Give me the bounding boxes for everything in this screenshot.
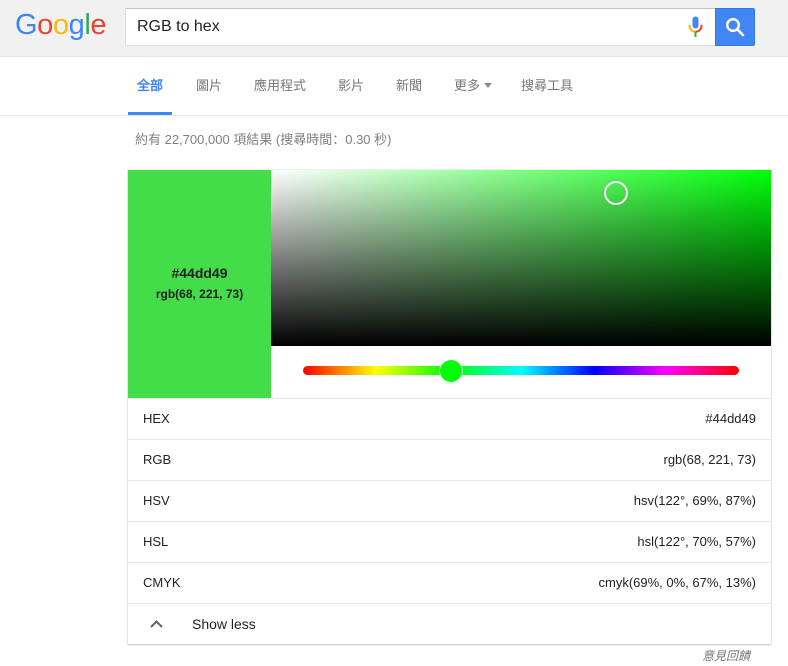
color-row-hex: HEX #44dd49 <box>128 398 771 439</box>
row-value: cmyk(69%, 0%, 67%, 13%) <box>598 575 756 590</box>
row-value: hsl(122°, 70%, 57%) <box>637 534 756 549</box>
color-picker-card: #44dd49 rgb(68, 221, 73) HEX #44dd49 RGB… <box>128 170 771 644</box>
tab-apps[interactable]: 應用程式 <box>254 57 306 115</box>
hue-slider-track[interactable] <box>303 359 739 382</box>
microphone-icon[interactable] <box>688 16 703 38</box>
tab-images[interactable]: 圖片 <box>196 57 222 115</box>
color-row-cmyk: CMYK cmyk(69%, 0%, 67%, 13%) <box>128 562 771 603</box>
color-row-rgb: RGB rgb(68, 221, 73) <box>128 439 771 480</box>
row-label: CMYK <box>143 575 181 590</box>
saturation-value-handle[interactable] <box>604 180 628 205</box>
result-stats: 約有 22,700,000 項結果 (搜尋時間：0.30 秒) <box>135 132 392 147</box>
color-values-list: HEX #44dd49 RGB rgb(68, 221, 73) HSV hsv… <box>128 398 771 644</box>
tab-news[interactable]: 新聞 <box>396 57 422 115</box>
show-less-label: Show less <box>192 616 256 632</box>
logo-letter: o <box>52 9 69 41</box>
row-value: #44dd49 <box>705 411 756 426</box>
hue-handle[interactable] <box>439 359 462 382</box>
row-value: hsv(122°, 69%, 87%) <box>633 493 756 508</box>
logo-letter: G <box>15 9 38 41</box>
row-value: rgb(68, 221, 73) <box>663 452 756 467</box>
row-label: HSL <box>143 534 169 549</box>
search-box[interactable] <box>125 8 715 46</box>
swatch-hex-text: #44dd49 <box>171 265 228 281</box>
chevron-up-icon <box>150 620 163 628</box>
color-row-hsv: HSV hsv(122°, 69%, 87%) <box>128 480 771 521</box>
search-button[interactable] <box>715 8 755 46</box>
swatch-rgb-text: rgb(68, 221, 73) <box>155 287 244 301</box>
row-label: HSV <box>143 493 170 508</box>
top-bar: Google <box>0 0 788 57</box>
row-label: HEX <box>143 411 170 426</box>
logo-letter: o <box>37 9 53 41</box>
hue-slider-area <box>271 346 771 398</box>
tab-more[interactable]: 更多 <box>454 57 493 115</box>
tab-search-tools[interactable]: 搜尋工具 <box>521 57 573 115</box>
color-swatch: #44dd49 rgb(68, 221, 73) <box>128 170 271 398</box>
magnifier-icon <box>725 17 745 37</box>
search-input[interactable] <box>137 9 667 45</box>
row-label: RGB <box>143 452 172 467</box>
saturation-value-area[interactable] <box>271 170 771 346</box>
search-tabs: 全部 圖片 應用程式 影片 新聞 更多 搜尋工具 <box>0 57 788 116</box>
caret-down-icon <box>484 83 493 89</box>
tab-all[interactable]: 全部 <box>128 57 172 115</box>
tab-videos[interactable]: 影片 <box>338 57 364 115</box>
google-logo[interactable]: Google <box>15 9 107 41</box>
feedback-link[interactable]: 意見回饋 <box>702 648 750 664</box>
color-row-hsl: HSL hsl(122°, 70%, 57%) <box>128 521 771 562</box>
logo-letter: e <box>90 9 107 41</box>
show-less-button[interactable]: Show less <box>128 603 771 644</box>
logo-letter: g <box>68 9 85 41</box>
tab-more-label: 更多 <box>454 78 481 93</box>
